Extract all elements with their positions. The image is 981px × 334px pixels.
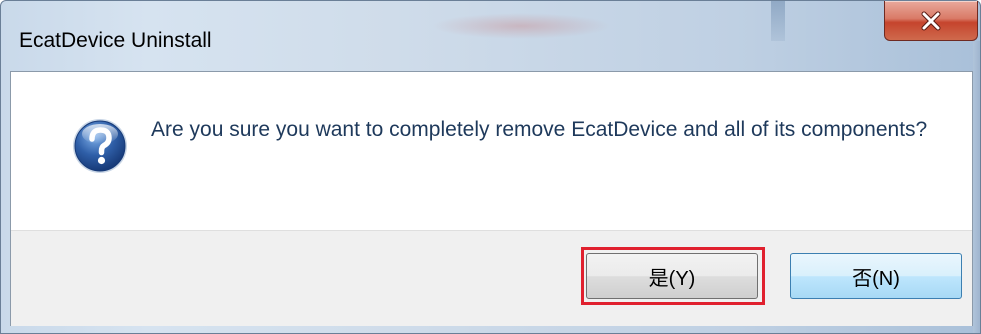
yes-button[interactable]: 是(Y) [586, 253, 758, 299]
title-bar[interactable]: EcatDevice Uninstall [1, 1, 980, 52]
dialog-client-area: Are you sure you want to completely remo… [10, 71, 973, 326]
close-x-icon [921, 11, 941, 30]
dialog-message: Are you sure you want to completely remo… [151, 118, 928, 141]
window-frame-edge [973, 41, 980, 333]
question-icon [73, 119, 127, 173]
button-bar: 是(Y) 否(N) [11, 230, 972, 326]
dialog-window: EcatDevice Uninstall Are you sure you wa… [0, 0, 981, 334]
message-area: Are you sure you want to completely remo… [11, 72, 972, 230]
window-title: EcatDevice Uninstall [19, 29, 212, 52]
no-button[interactable]: 否(N) [790, 253, 962, 299]
close-button[interactable] [884, 1, 978, 41]
